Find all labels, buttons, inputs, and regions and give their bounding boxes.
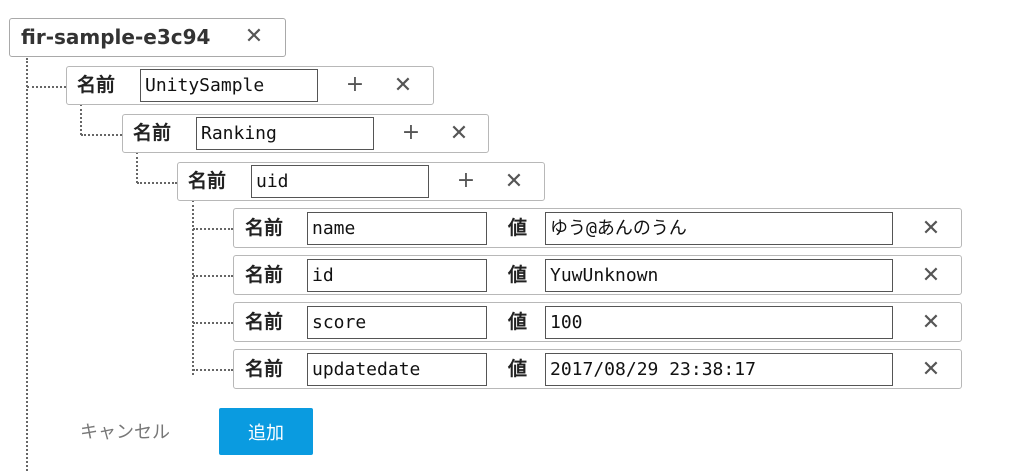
value-label: 値 (508, 217, 528, 239)
root-delete-icon[interactable]: ✕ (242, 26, 266, 48)
node-unitysample: 名前 UnitySample + ✕ (66, 66, 434, 105)
name-label: 名前 (245, 311, 284, 333)
delete-icon[interactable]: ✕ (919, 312, 943, 334)
leaf-name-input[interactable]: id (307, 259, 487, 292)
value-label: 値 (508, 311, 528, 333)
add-child-icon[interactable]: + (343, 74, 367, 96)
leaf-name-input[interactable]: name (307, 212, 487, 245)
node-name-input[interactable]: UnitySample (140, 69, 318, 102)
delete-icon[interactable]: ✕ (502, 171, 526, 193)
leaf-row: 名前 name 値 ゆう@あんのうん ✕ (233, 208, 962, 248)
tree-branch-ranking (81, 134, 122, 136)
tree-branch-uid (137, 182, 177, 184)
tree-line-uid (192, 200, 194, 375)
name-label: 名前 (188, 170, 227, 192)
add-button[interactable]: 追加 (219, 408, 313, 455)
delete-icon[interactable]: ✕ (447, 123, 471, 145)
leaf-value-input[interactable]: 2017/08/29 23:38:17 (545, 353, 893, 386)
leaf-row: 名前 id 値 YuwUnknown ✕ (233, 255, 962, 295)
node-name-input[interactable]: uid (251, 165, 429, 198)
node-uid: 名前 uid + ✕ (177, 162, 545, 201)
tree-branch-leaf-name (193, 228, 233, 230)
node-name-input[interactable]: Ranking (196, 117, 374, 150)
tree-line-ranking (136, 152, 138, 183)
value-label: 値 (508, 358, 528, 380)
tree-line-root (26, 58, 28, 471)
value-label: 値 (508, 264, 528, 286)
tree-branch-leaf-score (193, 322, 233, 324)
leaf-value-input[interactable]: YuwUnknown (545, 259, 893, 292)
tree-branch-unitysample (27, 86, 66, 88)
delete-icon[interactable]: ✕ (919, 359, 943, 381)
delete-icon[interactable]: ✕ (919, 218, 943, 240)
add-child-icon[interactable]: + (399, 122, 423, 144)
delete-icon[interactable]: ✕ (919, 265, 943, 287)
leaf-row: 名前 updatedate 値 2017/08/29 23:38:17 ✕ (233, 349, 962, 389)
name-label: 名前 (245, 264, 284, 286)
add-child-icon[interactable]: + (454, 170, 478, 192)
leaf-row: 名前 score 値 100 ✕ (233, 302, 962, 342)
root-node: fir-sample-e3c94 ✕ (9, 18, 286, 57)
leaf-value-input[interactable]: ゆう@あんのうん (545, 212, 893, 245)
leaf-name-input[interactable]: updatedate (307, 353, 487, 386)
tree-line-unitysample (80, 104, 82, 135)
name-label: 名前 (77, 74, 116, 96)
tree-branch-leaf-id (193, 275, 233, 277)
root-title: fir-sample-e3c94 (21, 25, 211, 49)
tree-branch-leaf-updatedate (193, 369, 233, 371)
delete-icon[interactable]: ✕ (391, 75, 415, 97)
name-label: 名前 (245, 358, 284, 380)
cancel-button[interactable]: キャンセル (80, 418, 170, 444)
node-ranking: 名前 Ranking + ✕ (122, 114, 489, 153)
name-label: 名前 (245, 217, 284, 239)
leaf-value-input[interactable]: 100 (545, 306, 893, 339)
leaf-name-input[interactable]: score (307, 306, 487, 339)
name-label: 名前 (133, 122, 172, 144)
